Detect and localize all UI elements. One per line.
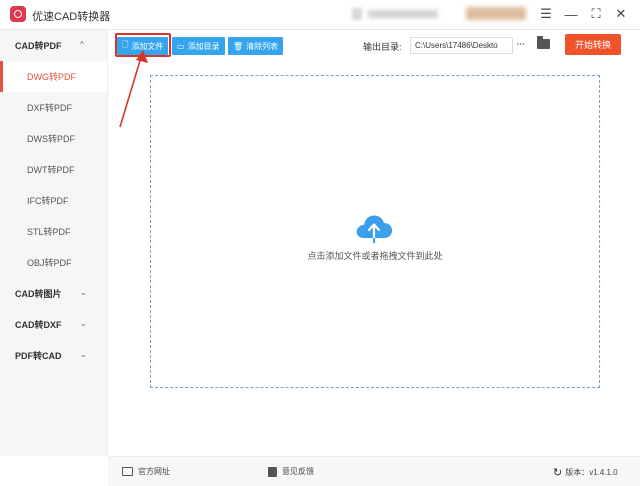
sidebar-item-dxf-to-pdf[interactable]: DXF转PDF xyxy=(0,92,107,123)
monitor-icon xyxy=(122,467,133,476)
start-convert-button[interactable]: 开始转换 xyxy=(565,34,621,55)
sidebar-item-dwt-to-pdf[interactable]: DWT转PDF xyxy=(0,154,107,185)
browse-more-button[interactable]: ··· xyxy=(516,38,525,50)
sidebar-item-ifc-to-pdf[interactable]: IFC转PDF xyxy=(0,185,107,216)
app-logo-icon xyxy=(10,6,26,22)
cloud-upload-icon xyxy=(356,215,393,243)
blurred-vip-badge xyxy=(466,7,526,20)
open-folder-icon[interactable] xyxy=(537,36,550,49)
add-folder-button[interactable]: ▭ 添加目录 xyxy=(172,37,225,55)
chevron-down-icon: ⌄ xyxy=(80,288,87,297)
menu-icon[interactable]: ☰ xyxy=(537,5,555,23)
sidebar-item-stl-to-pdf[interactable]: STL转PDF xyxy=(0,216,107,247)
add-folder-label: 添加目录 xyxy=(187,41,220,51)
feedback-link[interactable]: 意见反馈 xyxy=(268,466,314,477)
chevron-down-icon: ⌄ xyxy=(80,319,87,328)
sidebar-group-pdf-to-cad[interactable]: PDF转CAD ⌄ xyxy=(0,340,107,371)
version-label: 版本：v1.4.1.0 xyxy=(565,468,618,477)
blurred-username xyxy=(368,10,438,18)
clear-list-button[interactable]: 🗑 清除列表 xyxy=(228,37,284,55)
trash-icon: 🗑 xyxy=(233,41,244,51)
output-dir-label: 输出目录: xyxy=(363,42,402,52)
feedback-label: 意见反馈 xyxy=(282,467,314,476)
sidebar: CAD转PDF ^ DWG转PDF DXF转PDF DWS转PDF DWT转PD… xyxy=(0,30,108,456)
sidebar-item-dwg-to-pdf[interactable]: DWG转PDF xyxy=(0,61,107,92)
feedback-icon xyxy=(268,466,277,477)
sidebar-group-label: CAD转PDF xyxy=(15,41,62,51)
refresh-icon: ↻ xyxy=(553,467,563,479)
close-icon[interactable]: ✕ xyxy=(612,5,630,23)
sidebar-item-dws-to-pdf[interactable]: DWS转PDF xyxy=(0,123,107,154)
sidebar-group-cad-to-image[interactable]: CAD转图片 ⌄ xyxy=(0,278,107,309)
sidebar-group-label: PDF转CAD xyxy=(15,351,62,361)
chevron-up-icon: ^ xyxy=(80,40,84,49)
blurred-avatar xyxy=(352,8,362,20)
sidebar-group-label: CAD转图片 xyxy=(15,289,62,299)
sidebar-group-label: CAD转DXF xyxy=(15,320,62,330)
output-path-field[interactable] xyxy=(410,37,513,54)
maximize-icon[interactable]: ⛶ xyxy=(587,5,605,23)
chevron-down-icon: ⌄ xyxy=(80,350,87,359)
sidebar-item-obj-to-pdf[interactable]: OBJ转PDF xyxy=(0,247,107,278)
website-label: 官方网址 xyxy=(138,467,170,476)
sidebar-group-cad-to-pdf[interactable]: CAD转PDF ^ xyxy=(0,30,107,61)
annotation-highlight-box xyxy=(115,33,171,57)
sidebar-group-cad-to-dxf[interactable]: CAD转DXF ⌄ xyxy=(0,309,107,340)
minimize-icon[interactable]: — xyxy=(562,5,580,23)
clear-list-label: 清除列表 xyxy=(246,41,279,51)
version-info[interactable]: ↻ 版本：v1.4.1.0 xyxy=(553,466,618,479)
folder-outline-icon: ▭ xyxy=(177,41,185,51)
official-website-link[interactable]: 官方网址 xyxy=(122,466,170,477)
app-title: 优速CAD转换器 xyxy=(32,11,111,23)
drop-hint-text: 点击添加文件或者拖拽文件到此处 xyxy=(307,251,443,261)
